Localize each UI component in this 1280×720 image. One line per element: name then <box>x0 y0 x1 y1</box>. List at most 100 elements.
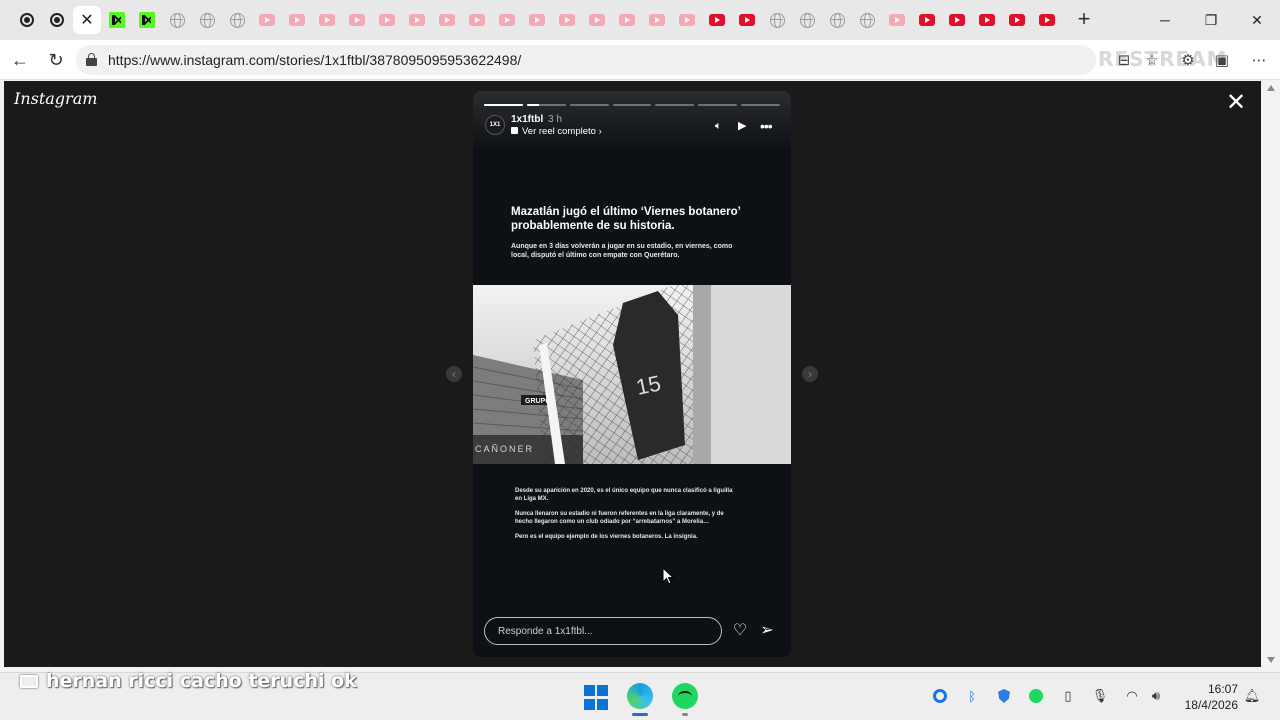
browser-tab[interactable] <box>193 6 221 34</box>
browser-tab[interactable] <box>793 6 821 34</box>
share-button[interactable]: ➢ <box>758 622 776 640</box>
spotify-taskbar-icon[interactable] <box>672 683 698 709</box>
globe-icon <box>859 12 875 28</box>
story-username[interactable]: 1x1ftbl <box>511 114 543 125</box>
browser-tab[interactable] <box>133 6 161 34</box>
browser-tab[interactable] <box>283 6 311 34</box>
youtube-dark-icon <box>739 14 755 26</box>
youtube-light-icon <box>349 14 365 26</box>
browser-tab[interactable] <box>763 6 791 34</box>
browser-tab[interactable] <box>373 6 401 34</box>
youtube-dark-icon <box>949 14 965 26</box>
browser-tab[interactable] <box>823 6 851 34</box>
close-window-button[interactable]: ✕ <box>1234 6 1280 34</box>
kick-icon <box>139 12 155 28</box>
bluetooth-icon[interactable]: ᛒ <box>964 688 980 704</box>
next-story-button[interactable]: › <box>802 366 818 382</box>
youtube-light-icon <box>589 14 605 26</box>
taskbar-clock[interactable]: 16:07 18/4/2026 <box>1176 681 1238 713</box>
defender-icon[interactable] <box>996 688 1012 704</box>
mute-button[interactable]: 🔈︎ <box>715 119 722 133</box>
story-photo: CAÑONER GRUPO 15 <box>473 285 791 464</box>
new-tab-button[interactable]: + <box>1072 8 1096 32</box>
url-text[interactable]: https://www.instagram.com/stories/1x1ftb… <box>108 52 521 68</box>
browser-tab[interactable] <box>403 6 431 34</box>
browser-tab[interactable] <box>1003 6 1031 34</box>
browser-tab[interactable] <box>103 6 131 34</box>
like-button[interactable]: ♡ <box>731 622 749 640</box>
wifi-icon[interactable]: ◠ <box>1124 688 1140 704</box>
close-icon: ✕ <box>80 12 94 29</box>
reload-button[interactable]: ↻ <box>44 48 68 72</box>
youtube-dark-icon <box>1009 14 1025 26</box>
usb-device-icon[interactable]: ▯ <box>1060 688 1076 704</box>
youtube-light-icon <box>889 14 905 26</box>
more-options-button[interactable]: ••• <box>760 118 773 134</box>
browser-tab[interactable] <box>913 6 941 34</box>
tab-strip: ✕ + ─ ❐ ✕ <box>0 0 1280 40</box>
browser-tab[interactable] <box>883 6 911 34</box>
browser-tab[interactable] <box>433 6 461 34</box>
volume-tray-icon[interactable]: 🔊︎ <box>1148 688 1164 704</box>
play-icon: ▶ <box>738 120 747 132</box>
reply-input[interactable]: Responde a 1x1ftbl... <box>484 617 722 645</box>
spotify-tray-icon[interactable] <box>1028 688 1044 704</box>
browser-tab[interactable] <box>313 6 341 34</box>
more-menu-icon[interactable]: ⋯ <box>1249 50 1269 70</box>
browser-tab[interactable] <box>733 6 761 34</box>
browser-tab[interactable] <box>973 6 1001 34</box>
scroll-up-arrow[interactable] <box>1267 85 1275 91</box>
scroll-down-arrow[interactable] <box>1267 657 1275 663</box>
chrome-tray-icon[interactable] <box>932 688 948 704</box>
browser-tab[interactable] <box>673 6 701 34</box>
instagram-logo[interactable]: Instagram <box>14 89 97 108</box>
close-story-button[interactable]: ✕ <box>1224 91 1248 115</box>
story-card[interactable]: 1X1 1x1ftbl 3 h Ver reel completo › 🔈︎ ▶… <box>473 91 791 657</box>
kick-icon <box>109 12 125 28</box>
browser-tab[interactable] <box>343 6 371 34</box>
browser-tab[interactable]: ✕ <box>73 6 101 34</box>
notification-bell-icon[interactable]: 🔔︎ <box>1244 688 1261 704</box>
browser-tab[interactable] <box>163 6 191 34</box>
browser-tab[interactable] <box>43 6 71 34</box>
browser-tab[interactable] <box>943 6 971 34</box>
start-button[interactable] <box>584 685 610 711</box>
progress-segment <box>526 104 566 106</box>
browser-tab[interactable] <box>463 6 491 34</box>
favorite-star-icon[interactable]: ☆ <box>1142 50 1162 70</box>
browser-tab[interactable] <box>13 6 41 34</box>
play-button[interactable]: ▶ <box>738 119 746 133</box>
previous-story-button[interactable]: ‹ <box>446 366 462 382</box>
browser-tab[interactable] <box>253 6 281 34</box>
browser-tab[interactable] <box>643 6 671 34</box>
extensions-icon[interactable]: ⚙ <box>1178 50 1198 70</box>
browser-tab[interactable] <box>493 6 521 34</box>
view-full-reel-link[interactable]: Ver reel completo › <box>511 126 602 137</box>
clock-time: 16:07 <box>1207 682 1238 696</box>
browser-tab[interactable] <box>523 6 551 34</box>
youtube-light-icon <box>319 14 335 26</box>
browser-tab[interactable] <box>223 6 251 34</box>
microphone-icon[interactable]: 🎙︎ <box>1092 688 1109 704</box>
address-bar[interactable]: https://www.instagram.com/stories/1x1ftb… <box>76 45 1096 75</box>
page-scrollbar[interactable] <box>1264 81 1278 667</box>
minimize-button[interactable]: ─ <box>1142 6 1188 34</box>
reader-view-icon[interactable]: ⊟ <box>1114 50 1134 70</box>
progress-segment <box>741 104 781 106</box>
instagram-story-viewer: Instagram ✕ ‹ › 1X1 1x1ftbl 3 h Ver reel… <box>4 81 1261 667</box>
more-icon: ••• <box>760 118 773 134</box>
browser-tab[interactable] <box>583 6 611 34</box>
browser-tab[interactable] <box>853 6 881 34</box>
edge-taskbar-icon[interactable] <box>627 683 653 709</box>
profile-icon[interactable]: ▣ <box>1212 50 1232 70</box>
browser-tab[interactable] <box>703 6 731 34</box>
restore-button[interactable]: ❐ <box>1188 6 1234 34</box>
back-button[interactable]: ← <box>8 48 32 72</box>
chevron-left-icon: ‹ <box>452 367 456 381</box>
youtube-dark-icon <box>919 14 935 26</box>
browser-tab[interactable] <box>1033 6 1061 34</box>
lock-icon <box>86 53 97 66</box>
browser-tab[interactable] <box>553 6 581 34</box>
browser-tab[interactable] <box>613 6 641 34</box>
avatar[interactable]: 1X1 <box>485 115 505 135</box>
